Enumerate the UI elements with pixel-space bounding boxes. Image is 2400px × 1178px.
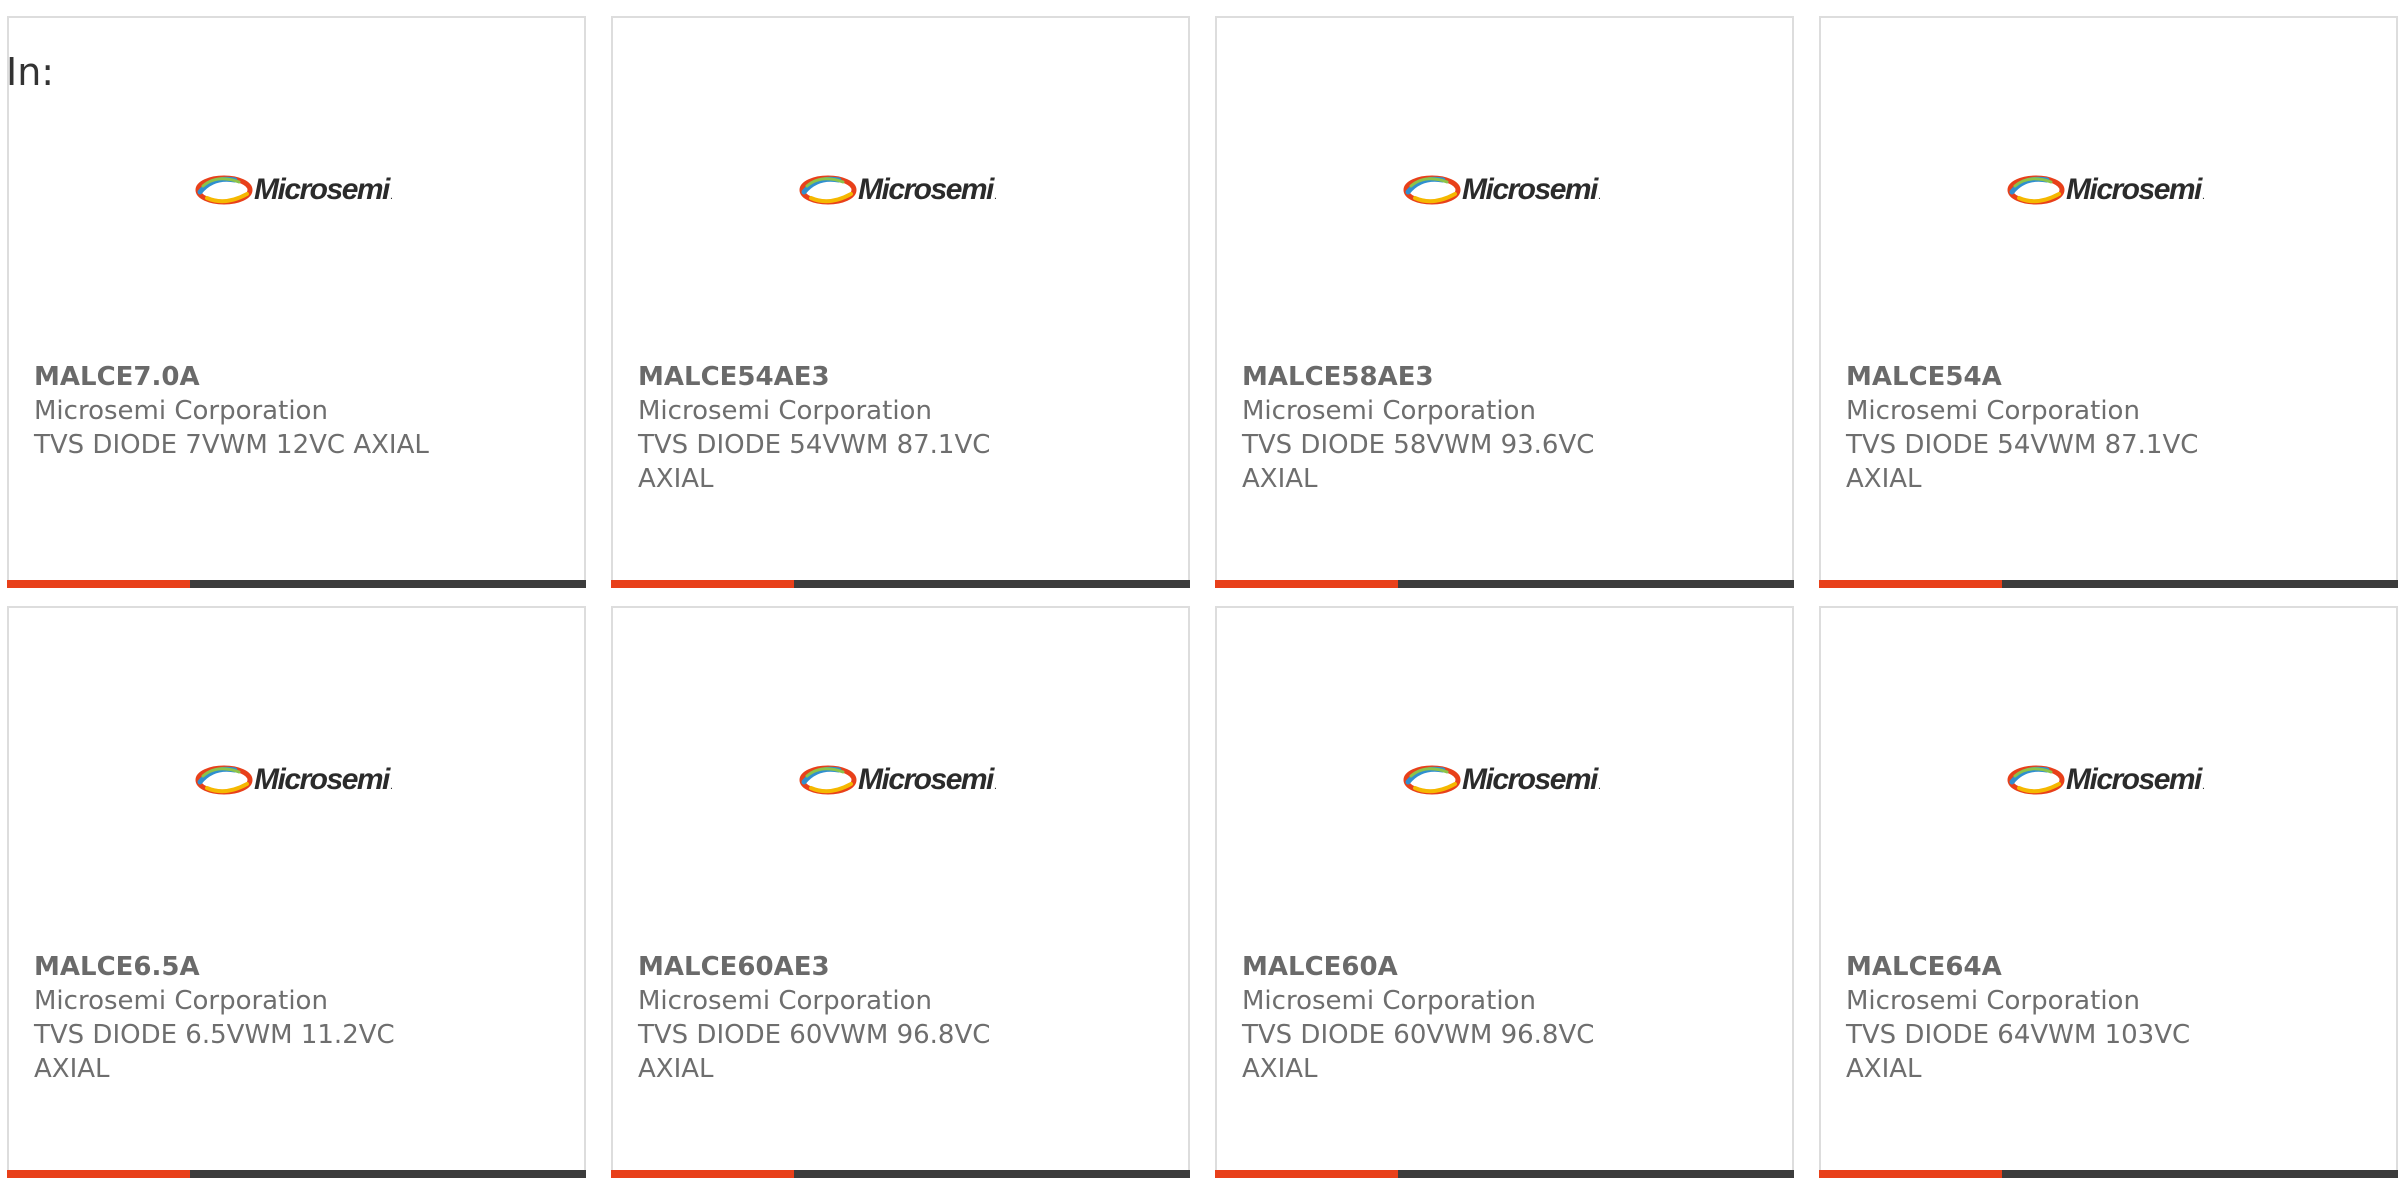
product-info: MALCE64A Microsemi Corporation TVS DIODE… [1846, 950, 2266, 1086]
logo-text: Microsemi [2066, 763, 2202, 796]
product-info: MALCE6.5A Microsemi Corporation TVS DIOD… [34, 950, 454, 1086]
product-description: TVS DIODE 6.5VWM 11.2VC AXIAL [34, 1020, 395, 1084]
part-number[interactable]: MALCE64A [1846, 950, 2266, 984]
card-accent-bar-rest [794, 1170, 1190, 1178]
card-accent-bar-highlight [1215, 580, 1398, 588]
product-info: MALCE60A Microsemi Corporation TVS DIODE… [1242, 950, 1662, 1086]
product-card[interactable]: Microsemi . MALCE60AE3 Microsemi Corpora… [611, 606, 1190, 1178]
card-accent-bar [1819, 1170, 2398, 1178]
manufacturer-name: Microsemi Corporation [1846, 986, 2140, 1016]
logo-text: Microsemi [1462, 763, 1598, 796]
product-info: MALCE54A Microsemi Corporation TVS DIODE… [1846, 360, 2266, 496]
logo-text: Microsemi [254, 173, 390, 206]
card-accent-bar-highlight [611, 1170, 794, 1178]
product-description: TVS DIODE 60VWM 96.8VC AXIAL [638, 1020, 991, 1084]
part-number[interactable]: MALCE60AE3 [638, 950, 1058, 984]
manufacturer-logo: Microsemi . [1403, 760, 1601, 800]
card-accent-bar-rest [190, 1170, 586, 1178]
logo-dot: . [1597, 781, 1602, 792]
microsemi-swoosh-icon [1403, 765, 1461, 795]
product-description: TVS DIODE 60VWM 96.8VC AXIAL [1242, 1020, 1595, 1084]
card-accent-bar-rest [2002, 1170, 2398, 1178]
logo-dot: . [2201, 191, 2206, 202]
logo-text: Microsemi [858, 763, 994, 796]
logo-text: Microsemi [1462, 173, 1598, 206]
card-accent-bar-highlight [1215, 1170, 1398, 1178]
card-accent-bar-highlight [7, 580, 190, 588]
manufacturer-name: Microsemi Corporation [1846, 396, 2140, 426]
manufacturer-name: Microsemi Corporation [1242, 986, 1536, 1016]
card-accent-bar [1215, 1170, 1794, 1178]
product-info: MALCE60AE3 Microsemi Corporation TVS DIO… [638, 950, 1058, 1086]
manufacturer-logo: Microsemi . [2007, 170, 2205, 210]
part-number[interactable]: MALCE54A [1846, 360, 2266, 394]
microsemi-swoosh-icon [1403, 175, 1461, 205]
card-accent-bar [7, 1170, 586, 1178]
microsemi-swoosh-icon [799, 765, 857, 795]
manufacturer-name: Microsemi Corporation [638, 396, 932, 426]
logo-text: Microsemi [254, 763, 390, 796]
card-accent-bar-highlight [1819, 1170, 2002, 1178]
product-description: TVS DIODE 58VWM 93.6VC AXIAL [1242, 430, 1595, 494]
product-card[interactable]: Microsemi . MALCE54AE3 Microsemi Corpora… [611, 16, 1190, 588]
part-number[interactable]: MALCE7.0A [34, 360, 454, 394]
logo-dot: . [389, 191, 394, 202]
microsemi-swoosh-icon [195, 765, 253, 795]
card-accent-bar [611, 1170, 1190, 1178]
product-card[interactable]: Microsemi . MALCE6.5A Microsemi Corporat… [7, 606, 586, 1178]
card-accent-bar-rest [2002, 580, 2398, 588]
card-accent-bar-highlight [611, 580, 794, 588]
card-accent-bar-highlight [7, 1170, 190, 1178]
card-accent-bar-rest [190, 580, 586, 588]
logo-dot: . [389, 781, 394, 792]
page-label: In: [6, 50, 55, 94]
card-accent-bar-rest [1398, 580, 1794, 588]
product-info: MALCE7.0A Microsemi Corporation TVS DIOD… [34, 360, 454, 462]
manufacturer-logo: Microsemi . [195, 170, 393, 210]
microsemi-swoosh-icon [195, 175, 253, 205]
product-info: MALCE54AE3 Microsemi Corporation TVS DIO… [638, 360, 1058, 496]
logo-text: Microsemi [858, 173, 994, 206]
manufacturer-logo: Microsemi . [1403, 170, 1601, 210]
part-number[interactable]: MALCE6.5A [34, 950, 454, 984]
logo-dot: . [993, 781, 998, 792]
product-description: TVS DIODE 54VWM 87.1VC AXIAL [638, 430, 991, 494]
manufacturer-logo: Microsemi . [2007, 760, 2205, 800]
product-card[interactable]: Microsemi . MALCE58AE3 Microsemi Corpora… [1215, 16, 1794, 588]
product-card[interactable]: Microsemi . MALCE7.0A Microsemi Corporat… [7, 16, 586, 588]
microsemi-swoosh-icon [2007, 765, 2065, 795]
card-accent-bar [1215, 580, 1794, 588]
product-grid: Microsemi . MALCE7.0A Microsemi Corporat… [7, 16, 2398, 1178]
product-card[interactable]: Microsemi . MALCE54A Microsemi Corporati… [1819, 16, 2398, 588]
card-accent-bar [611, 580, 1190, 588]
card-accent-bar [7, 580, 586, 588]
product-description: TVS DIODE 54VWM 87.1VC AXIAL [1846, 430, 2199, 494]
manufacturer-name: Microsemi Corporation [638, 986, 932, 1016]
card-accent-bar [1819, 580, 2398, 588]
part-number[interactable]: MALCE54AE3 [638, 360, 1058, 394]
logo-dot: . [1597, 191, 1602, 202]
product-description: TVS DIODE 64VWM 103VC AXIAL [1846, 1020, 2191, 1084]
product-card[interactable]: Microsemi . MALCE60A Microsemi Corporati… [1215, 606, 1794, 1178]
microsemi-swoosh-icon [2007, 175, 2065, 205]
part-number[interactable]: MALCE60A [1242, 950, 1662, 984]
manufacturer-name: Microsemi Corporation [1242, 396, 1536, 426]
product-info: MALCE58AE3 Microsemi Corporation TVS DIO… [1242, 360, 1662, 496]
microsemi-swoosh-icon [799, 175, 857, 205]
manufacturer-name: Microsemi Corporation [34, 396, 328, 426]
product-description: TVS DIODE 7VWM 12VC AXIAL [34, 430, 429, 460]
card-accent-bar-rest [1398, 1170, 1794, 1178]
logo-text: Microsemi [2066, 173, 2202, 206]
card-accent-bar-highlight [1819, 580, 2002, 588]
manufacturer-logo: Microsemi . [195, 760, 393, 800]
manufacturer-logo: Microsemi . [799, 170, 997, 210]
manufacturer-logo: Microsemi . [799, 760, 997, 800]
product-card[interactable]: Microsemi . MALCE64A Microsemi Corporati… [1819, 606, 2398, 1178]
part-number[interactable]: MALCE58AE3 [1242, 360, 1662, 394]
manufacturer-name: Microsemi Corporation [34, 986, 328, 1016]
logo-dot: . [993, 191, 998, 202]
card-accent-bar-rest [794, 580, 1190, 588]
logo-dot: . [2201, 781, 2206, 792]
